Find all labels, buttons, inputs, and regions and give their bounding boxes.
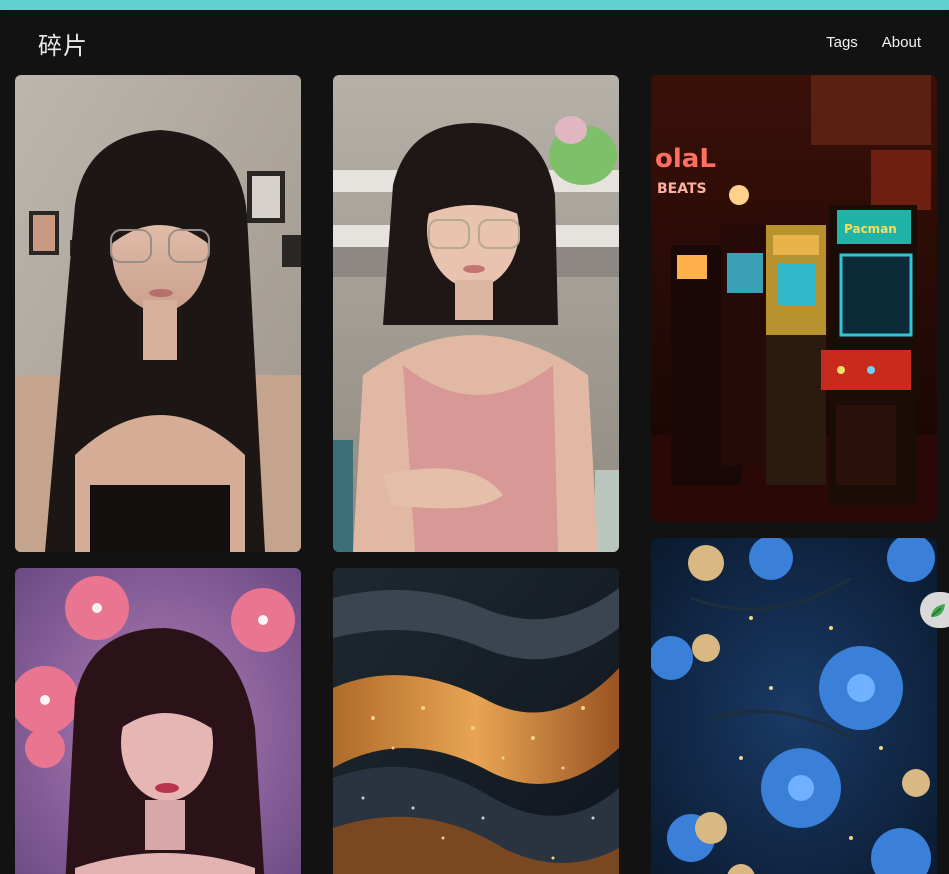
gallery-card-3[interactable]: olaL BEATS Pacman: [651, 75, 937, 522]
photo-blue-flowers: [651, 538, 937, 874]
site-title[interactable]: 碎片: [38, 26, 88, 61]
main-nav: Tags About: [826, 34, 921, 51]
gallery-card-2[interactable]: [333, 75, 619, 552]
gallery-card-4[interactable]: [15, 568, 301, 874]
gallery-card-1[interactable]: [15, 75, 301, 552]
photo-arcade-cabinets: olaL BEATS Pacman: [651, 75, 937, 522]
gallery-card-6[interactable]: [651, 538, 937, 874]
photo-glitter-waves: [333, 568, 619, 874]
svg-text:olaL: olaL: [655, 144, 716, 174]
photo-girl-pink-top: [333, 75, 619, 552]
svg-text:BEATS: BEATS: [657, 181, 707, 197]
svg-text:Pacman: Pacman: [844, 222, 897, 236]
leaf-icon: [929, 602, 947, 625]
photo-girl-long-hair: [15, 75, 301, 552]
nav-about-link[interactable]: About: [882, 34, 921, 51]
site-header: 碎片 Tags About: [0, 10, 949, 72]
gallery-card-5[interactable]: [333, 568, 619, 874]
photo-girl-pink-flowers: [15, 568, 301, 874]
side-widget-tab[interactable]: [920, 592, 949, 628]
nav-tags-link[interactable]: Tags: [826, 34, 858, 51]
top-accent-bar: [0, 0, 949, 10]
page: 碎片 Tags About olaL BEATS Pacman: [0, 10, 949, 874]
